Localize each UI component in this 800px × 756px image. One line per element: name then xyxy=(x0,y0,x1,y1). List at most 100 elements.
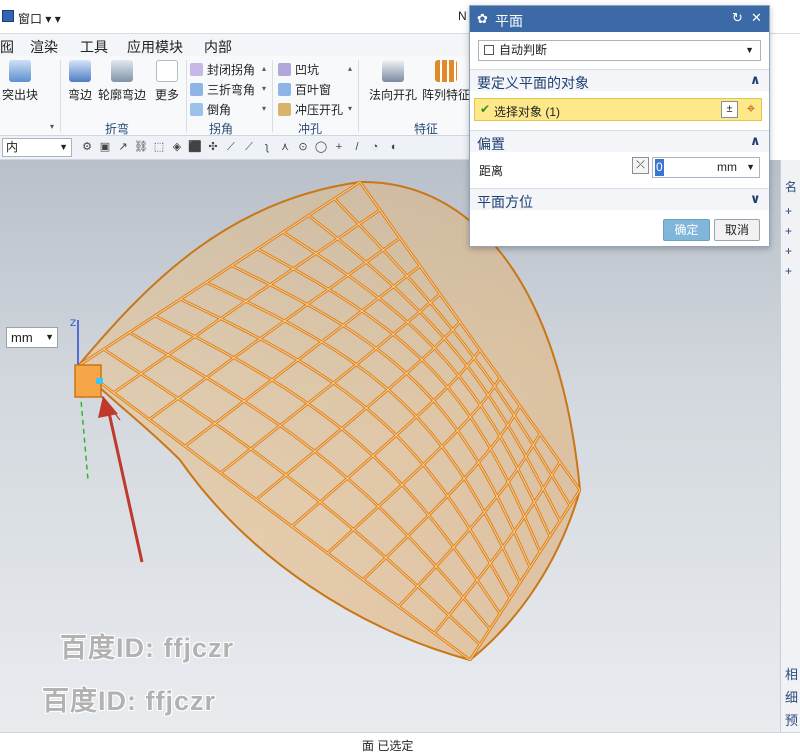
section-objects-header[interactable]: 要定义平面的对象 ∧ xyxy=(470,69,769,91)
drawn-cutout-button[interactable]: 冲压开孔 xyxy=(278,100,343,118)
select-all-icon[interactable]: ▣ xyxy=(98,140,112,154)
collapse-icon: ∧ xyxy=(750,72,761,87)
intersect-icon[interactable]: ⋏ xyxy=(278,140,292,154)
selection-toolbar: 内 ▼ ⚙ ▣ ↗ ⛓ ⬚ ◈ ⬛ ✣ ⟋ ⟋ ʅ ⋏ ⊙ ◯ + / ◔ ◖ xyxy=(0,136,470,160)
contour-flange-icon xyxy=(111,60,133,82)
panel-section-details[interactable]: 细 xyxy=(785,687,798,706)
window-title-partial: N xyxy=(458,9,467,23)
dimple-button[interactable]: 凹坑 xyxy=(278,60,319,78)
menu-item-partial[interactable]: 囮 xyxy=(0,37,14,57)
tree-expand[interactable]: + xyxy=(785,204,792,218)
group-divider xyxy=(60,60,61,132)
close-icon[interactable]: ✕ xyxy=(751,10,762,26)
plane-type-select[interactable]: 自动判断 ▼ xyxy=(478,40,761,61)
tangent-icon[interactable]: ◔ xyxy=(368,140,382,154)
annotation-arrow xyxy=(106,407,144,563)
cross-icon[interactable]: + xyxy=(332,140,346,154)
section-orientation-header[interactable]: 平面方位 ∨ xyxy=(470,188,769,210)
center-point-icon[interactable]: ⊙ xyxy=(296,140,310,154)
ribbon: 突出块 弯边 轮廓弯边 更多 ▾ 折弯 封闭拐角 三折弯角 倒角 ▴ ▾ ▾ 拐… xyxy=(0,56,470,155)
expand-icon: ∨ xyxy=(750,191,761,206)
side-navigator-panel: 名 + + + + 相 细 预 xyxy=(780,160,800,732)
circle-icon[interactable]: ◯ xyxy=(314,140,328,154)
three-bend-corner-button[interactable]: 三折弯角 xyxy=(190,80,255,98)
chamfer-button[interactable]: 倒角 xyxy=(190,100,231,118)
section-offset-header[interactable]: 偏置 ∧ xyxy=(470,130,769,152)
closed-corner-label: 封闭拐角 xyxy=(207,62,256,77)
select-object-row[interactable]: ✔ 选择对象 (1) ± ⌖ xyxy=(474,98,762,121)
chamfer-icon xyxy=(190,102,203,116)
gear-icon: ✿ xyxy=(477,11,488,26)
tree-expand[interactable]: + xyxy=(785,244,792,258)
slash-icon[interactable]: / xyxy=(350,140,364,154)
snap-icon[interactable]: ◈ xyxy=(170,140,184,154)
type-filter-select[interactable]: 内 ▼ xyxy=(2,138,72,157)
unit-select[interactable]: mm ▼ xyxy=(6,327,58,348)
window-menu[interactable]: 窗口 ▾ ▾ xyxy=(18,10,61,27)
filter-icon[interactable]: ⚙ xyxy=(80,140,94,154)
three-bend-corner-icon xyxy=(190,82,203,96)
pattern-label: 阵列特征 xyxy=(422,88,471,102)
panel-section-related[interactable]: 相 xyxy=(785,664,798,683)
menu-item-internal[interactable]: 内部 xyxy=(204,37,232,57)
reverse-direction-icon[interactable]: ⤫ xyxy=(632,157,649,174)
more-snap-icon[interactable]: ◖ xyxy=(386,140,400,154)
drawn-cutout-icon xyxy=(278,102,291,116)
cancel-button[interactable]: 取消 xyxy=(714,219,760,241)
group-label-bend: 折弯 xyxy=(105,122,130,136)
reset-icon[interactable]: ↻ xyxy=(732,10,743,26)
cube-icon[interactable]: ⬛ xyxy=(188,140,202,154)
more-label: 更多 xyxy=(155,88,180,102)
tree-expand[interactable]: + xyxy=(785,264,792,278)
inferred-icon xyxy=(484,45,494,55)
panel-header[interactable]: 名 xyxy=(785,178,797,195)
ok-button[interactable]: 确定 xyxy=(663,219,710,241)
louver-button[interactable]: 百叶窗 xyxy=(278,80,331,98)
menu-item-application[interactable]: 应用模块 xyxy=(127,37,183,57)
status-text: 面 已选定 xyxy=(362,739,414,753)
svg-text:Z: Z xyxy=(70,319,76,329)
line-icon[interactable]: ⟋ xyxy=(224,140,238,154)
flange-label: 弯边 xyxy=(68,88,93,102)
closed-corner-icon xyxy=(190,62,203,76)
distance-label: 距离 xyxy=(479,164,504,178)
window-icon[interactable] xyxy=(2,10,14,22)
more-button[interactable]: 更多 xyxy=(155,60,179,103)
normal-cutout-label: 法向开孔 xyxy=(369,88,418,102)
pattern-feature-button[interactable]: 阵列特征 xyxy=(422,60,470,103)
group-label-punch: 冲孔 xyxy=(298,122,323,136)
normal-cutout-button[interactable]: 法向开孔 xyxy=(369,60,417,103)
group-divider xyxy=(358,60,359,132)
point-snap-icon[interactable]: ⌖ xyxy=(742,100,760,118)
status-bar: 面 已选定 xyxy=(0,732,800,756)
emboss-button[interactable]: 突出块 xyxy=(2,60,38,103)
mesh-icon[interactable]: ✣ xyxy=(206,140,220,154)
watermark-text: 百度ID: ffjczr xyxy=(42,686,216,716)
collapse-icon: ∧ xyxy=(750,133,761,148)
dimple-icon xyxy=(278,62,291,76)
add-selection-icon[interactable]: ± xyxy=(721,101,738,118)
select-box-icon[interactable]: ⬚ xyxy=(152,140,166,154)
group-label-corner: 拐角 xyxy=(209,122,234,136)
line-active-icon[interactable]: ⟋ xyxy=(242,140,256,154)
curve-icon[interactable]: ʅ xyxy=(260,140,274,154)
tree-expand[interactable]: + xyxy=(785,224,792,238)
group-label-feature: 特征 xyxy=(414,122,439,136)
select-option-icon[interactable]: ↗ xyxy=(116,140,130,154)
panel-section-preview[interactable]: 预 xyxy=(785,710,798,729)
chamfer-label: 倒角 xyxy=(207,102,232,117)
select-link-icon[interactable]: ⛓ xyxy=(134,140,148,154)
menu-bar: 囮 渲染 工具 应用模块 内部 xyxy=(0,34,470,56)
menu-item-tools[interactable]: 工具 xyxy=(80,37,108,57)
flange-icon xyxy=(69,60,91,82)
distance-input[interactable]: 0 mm ▼ xyxy=(652,157,760,178)
flange-button[interactable]: 弯边 xyxy=(68,60,92,103)
menu-item-render[interactable]: 渲染 xyxy=(30,37,58,57)
emboss-label: 突出块 xyxy=(2,88,39,102)
drawn-cutout-label: 冲压开孔 xyxy=(295,102,344,117)
contour-flange-label: 轮廓弯边 xyxy=(98,88,147,102)
check-icon: ✔ xyxy=(480,102,491,116)
more-icon xyxy=(156,60,178,82)
closed-corner-button[interactable]: 封闭拐角 xyxy=(190,60,255,78)
contour-flange-button[interactable]: 轮廓弯边 xyxy=(98,60,146,103)
